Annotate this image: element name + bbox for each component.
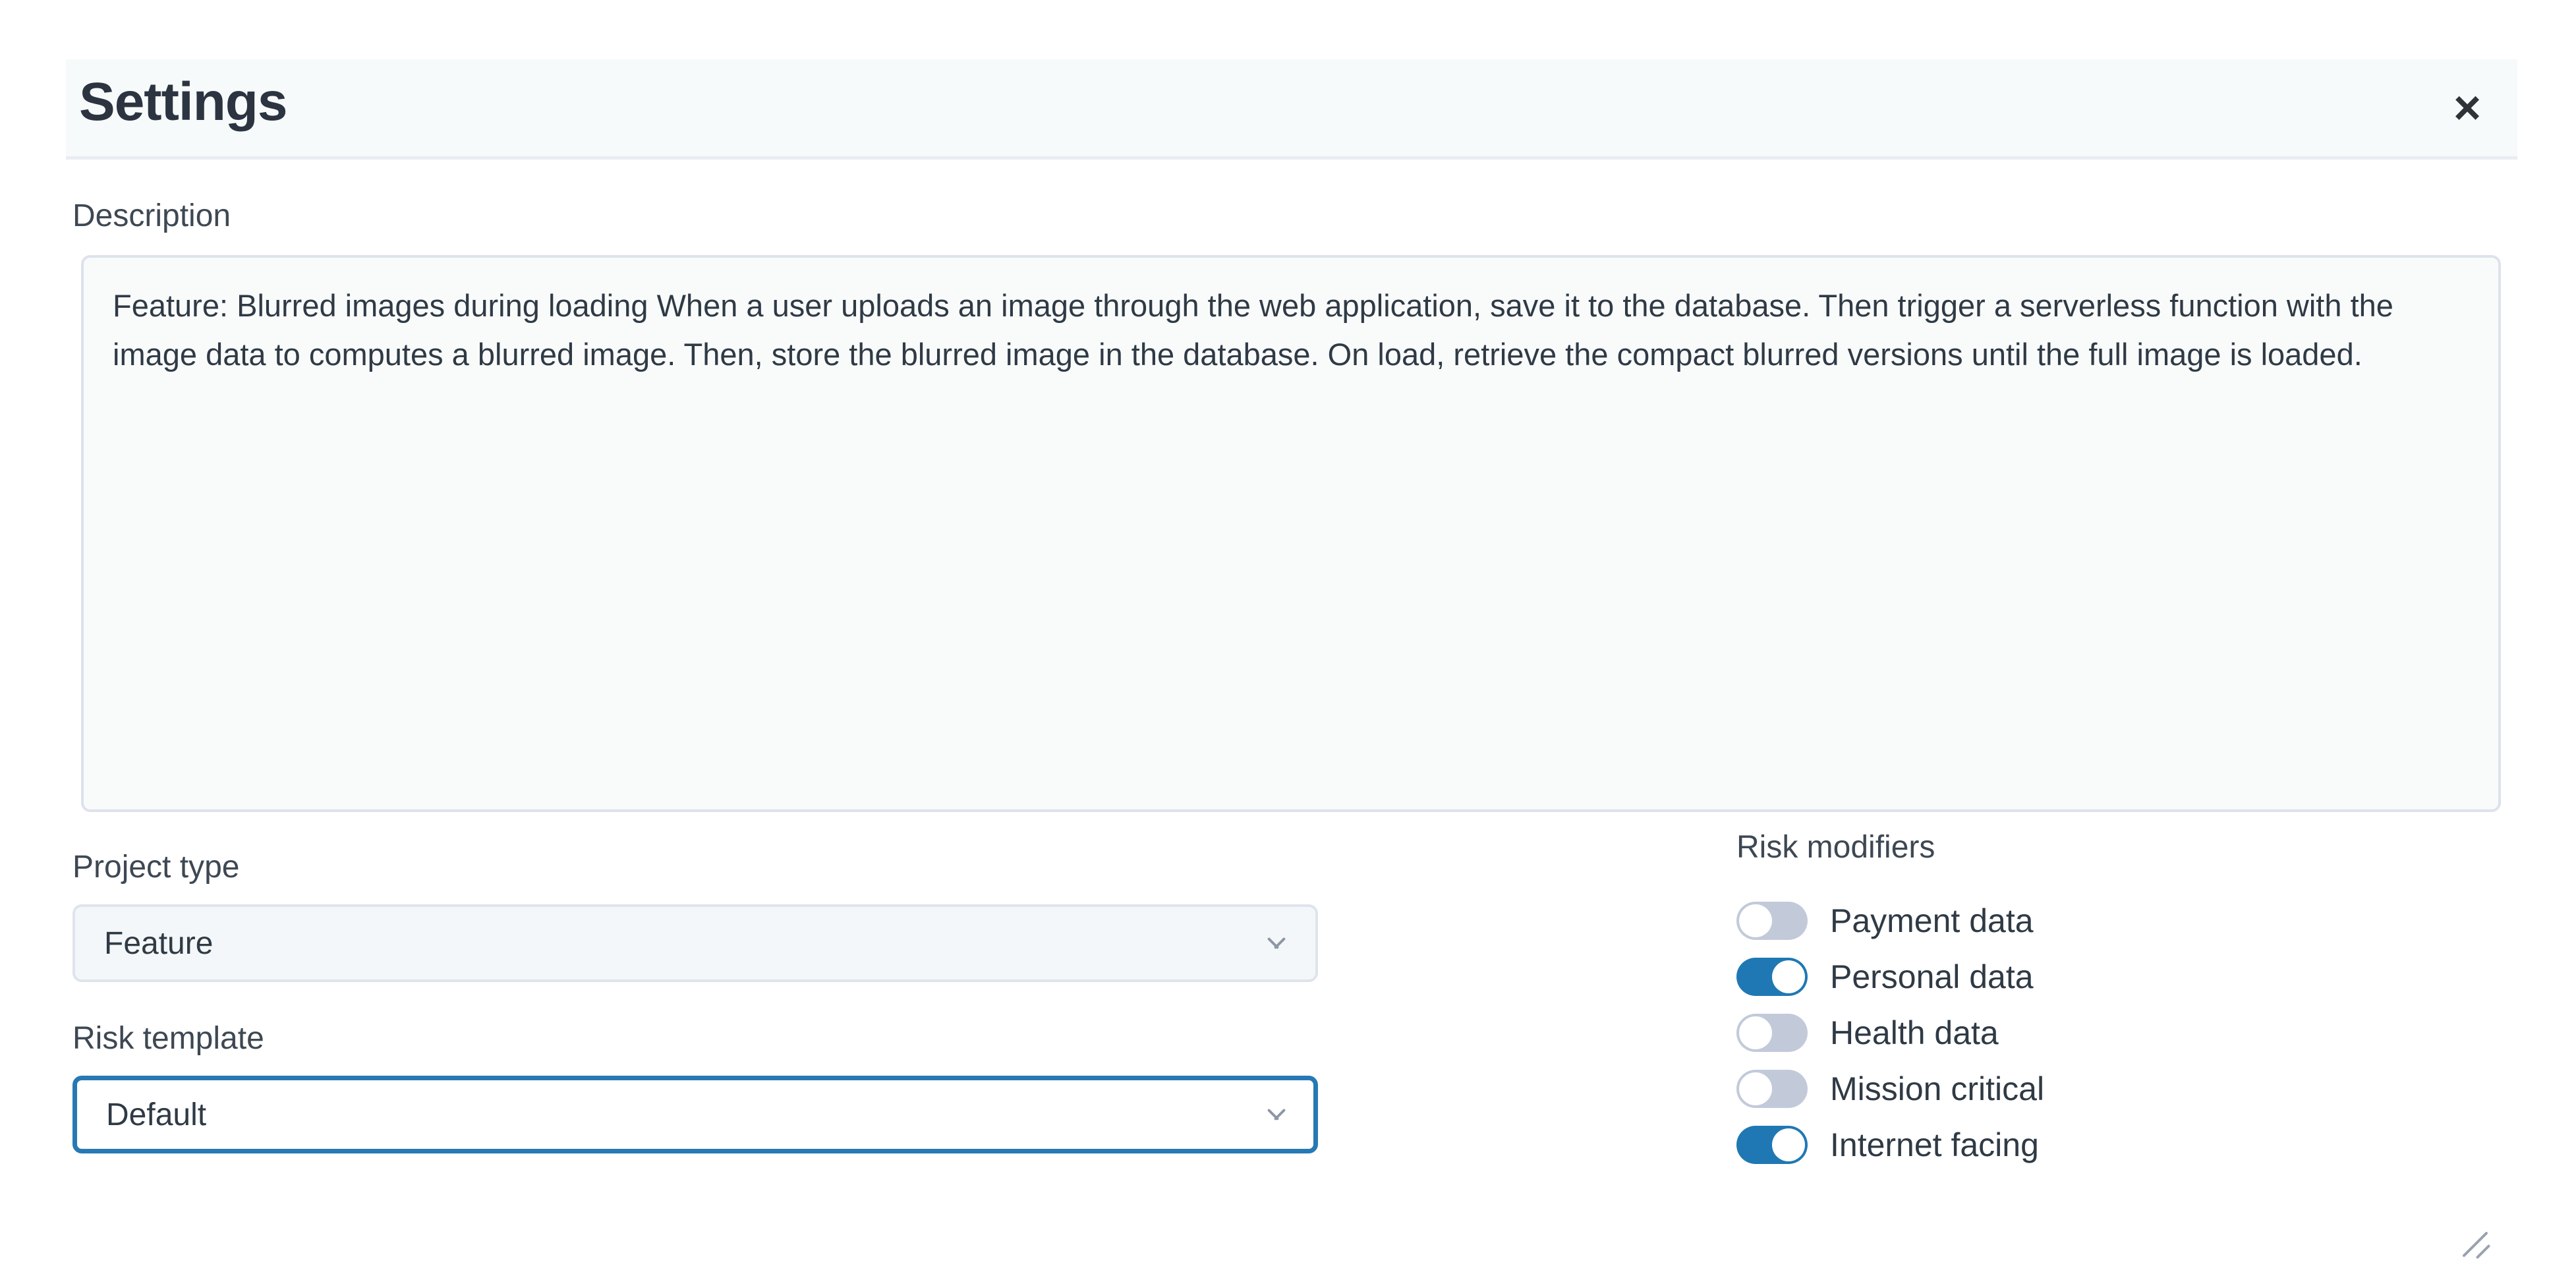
risk-modifier-label: Payment data [1830,902,2034,939]
settings-modal: Settings × Description Project type Feat… [0,0,2576,1280]
risk-template-label: Risk template [72,1021,264,1056]
risk-modifier-label: Personal data [1830,958,2034,995]
page-title: Settings [79,72,287,132]
risk-modifiers-group: Risk modifiers Payment data Personal data… [1736,832,2461,1173]
toggle-knob [1739,904,1772,937]
project-type-label: Project type [72,850,240,885]
risk-template-select-wrap: Default [72,1076,1318,1153]
risk-modifier-row: Payment data [1736,892,2461,948]
risk-modifier-toggle-mission-critical[interactable] [1736,1069,1808,1108]
project-type-group: Project type Feature [72,852,1318,982]
risk-modifiers-title: Risk modifiers [1736,830,1935,865]
risk-modifier-label: Mission critical [1830,1070,2045,1107]
toggle-knob [1772,960,1805,993]
risk-modifiers-list: Payment data Personal data Health data Miss… [1736,892,2461,1173]
description-input[interactable] [81,255,2501,812]
risk-modifier-row: Internet facing [1736,1117,2461,1173]
project-type-select[interactable]: Feature [72,904,1318,982]
close-icon[interactable]: × [2441,82,2494,134]
risk-modifier-label: Health data [1830,1014,1999,1051]
toggle-knob [1772,1128,1805,1161]
risk-modifier-toggle-personal-data[interactable] [1736,957,1808,996]
risk-modifier-row: Personal data [1736,948,2461,1004]
risk-modifier-row: Mission critical [1736,1061,2461,1117]
risk-modifier-label: Internet facing [1830,1126,2039,1163]
risk-modifier-toggle-health-data[interactable] [1736,1013,1808,1052]
toggle-knob [1739,1072,1772,1105]
project-type-select-wrap: Feature [72,904,1318,982]
risk-modifier-toggle-payment-data[interactable] [1736,901,1808,940]
toggle-knob [1739,1016,1772,1049]
resize-grip-icon [2461,1227,2492,1260]
description-label: Description [72,198,231,233]
risk-modifier-row: Health data [1736,1004,2461,1061]
risk-template-group: Risk template Default [72,1023,1318,1153]
modal-body: Description Project type Feature Risk te… [66,160,2517,1280]
modal-header: Settings × [66,59,2517,160]
risk-modifier-toggle-internet-facing[interactable] [1736,1125,1808,1164]
risk-template-select[interactable]: Default [72,1076,1318,1153]
